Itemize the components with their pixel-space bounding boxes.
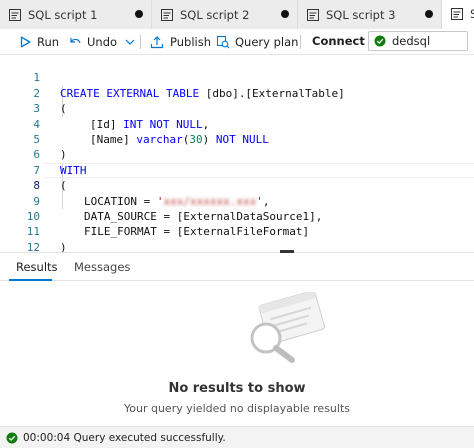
code-line: 6 WITH — [0, 132, 474, 176]
success-icon — [6, 432, 18, 444]
chevron-down-icon — [125, 38, 135, 46]
tab-sql-script-3[interactable]: SQL script 3 — [298, 0, 442, 29]
tab-sql-script-1[interactable]: SQL script 1 — [0, 0, 152, 29]
database-check-icon — [374, 35, 386, 47]
code-line: 9 DATA_SOURCE = [ExternalDataSource1], — [0, 178, 474, 223]
code-line: 1 CREATE EXTERNAL TABLE [dbo].[ExternalT… — [0, 55, 474, 99]
query-plan-button[interactable]: Query plan — [216, 33, 298, 51]
tab-label: S — [470, 7, 474, 21]
tab-bar: SQL script 1 SQL script 2 SQL script 3 S — [0, 0, 474, 29]
toolbar-separator — [140, 35, 141, 49]
query-plan-icon — [216, 35, 230, 49]
active-tab-indicator — [9, 279, 52, 281]
tab-active-script[interactable]: S — [442, 0, 474, 29]
sql-script-icon — [8, 8, 22, 22]
sql-script-icon — [450, 7, 464, 21]
code-line: 5 ) — [0, 117, 474, 161]
undo-button[interactable]: Undo — [68, 33, 117, 51]
code-line: 3 [Id] INT NOT NULL, — [0, 86, 474, 130]
publish-button[interactable]: Publish — [150, 33, 211, 51]
connection-select[interactable]: dedsql — [368, 31, 468, 51]
code-line: 4 [Name] varchar(30) NOT NULL — [0, 101, 474, 146]
empty-state-title: No results to show — [168, 381, 306, 396]
undo-icon — [68, 36, 82, 48]
tab-label: SQL script 3 — [326, 7, 396, 22]
undo-dropdown-button[interactable] — [125, 33, 135, 51]
run-button[interactable]: Run — [20, 33, 59, 51]
toolbar-separator — [300, 35, 301, 49]
code-line: 10 FILE_FORMAT = [ExternalFileFormat] — [0, 194, 474, 238]
tab-label: SQL script 1 — [28, 7, 98, 22]
unsaved-dot-icon — [135, 10, 143, 18]
sql-script-icon — [160, 8, 174, 22]
code-line: 8 LOCATION = 'xxx/xxxxxx.xxx', — [0, 163, 474, 207]
status-message: 00:00:04 Query executed successfully. — [23, 431, 226, 444]
code-line: 7 ( — [0, 147, 474, 192]
no-results-illustration — [240, 290, 330, 364]
code-line: 2 ( — [0, 70, 474, 115]
status-bar: 00:00:04 Query executed successfully. — [0, 426, 474, 448]
results-tabs: Results Messages — [0, 253, 474, 281]
run-icon — [20, 36, 31, 48]
tab-messages[interactable]: Messages — [74, 260, 130, 274]
sql-editor[interactable]: 1 CREATE EXTERNAL TABLE [dbo].[ExternalT… — [0, 55, 474, 254]
code-line: 12 — [0, 224, 474, 254]
code-line: 11 ) — [0, 209, 474, 253]
tab-sql-script-2[interactable]: SQL script 2 — [152, 0, 298, 29]
connection-value: dedsql — [392, 34, 431, 48]
sql-script-icon — [306, 8, 320, 22]
tab-label: SQL script 2 — [180, 7, 250, 22]
unsaved-dot-icon — [425, 10, 433, 18]
publish-icon — [150, 35, 164, 49]
empty-state-subtitle: Your query yielded no displayable result… — [124, 402, 350, 415]
unsaved-dot-icon — [281, 10, 289, 18]
tab-results[interactable]: Results — [16, 260, 58, 274]
